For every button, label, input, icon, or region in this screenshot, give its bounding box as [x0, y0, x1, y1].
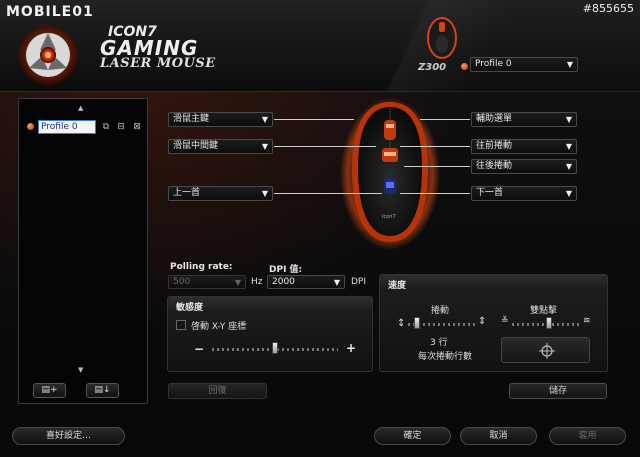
- button-assign-value: 上一首: [173, 188, 201, 198]
- photo-id: #855655: [582, 2, 634, 15]
- button-assign-value: 往後捲動: [476, 161, 513, 171]
- profile-name-field[interactable]: [38, 120, 96, 134]
- scroll-fast-icon: ⇕: [478, 316, 487, 327]
- trash-icon[interactable]: ⊠: [131, 121, 143, 133]
- profile-select[interactable]: Profile 0 ▼: [470, 57, 578, 72]
- save-button[interactable]: 儲存: [509, 383, 607, 399]
- crosshair-icon: [539, 343, 555, 359]
- reset-button[interactable]: 回復: [168, 383, 267, 399]
- button-assign-value: 滑鼠主鍵: [173, 114, 210, 124]
- chevron-down-icon: ▼: [261, 115, 268, 124]
- button-assign-right-4[interactable]: 下一首 ▼: [471, 186, 577, 201]
- speed-header: [380, 275, 607, 291]
- dpi-unit: DPI: [351, 277, 367, 287]
- scroll-slow-icon: ↕: [397, 318, 406, 329]
- speed-title: 速度: [388, 281, 407, 291]
- mouse-brand-mark: Icon7: [382, 214, 396, 220]
- ok-button[interactable]: 確定: [374, 427, 451, 445]
- scroll-up-icon[interactable]: ▲: [78, 104, 83, 112]
- button-assign-left-1[interactable]: 滑鼠主鍵 ▼: [168, 112, 273, 127]
- chevron-down-icon: ▼: [565, 162, 572, 171]
- chevron-down-icon: ▼: [565, 115, 572, 124]
- connector-line: [400, 193, 470, 194]
- button-assign-left-3[interactable]: 上一首 ▼: [168, 186, 273, 201]
- apply-button[interactable]: 套用: [549, 427, 626, 445]
- model-name: Z300: [418, 62, 447, 73]
- chevron-down-icon: ▼: [261, 189, 268, 198]
- connector-line: [274, 119, 354, 120]
- double-click-slow-icon: ≚: [501, 316, 509, 326]
- dpi-value: 2000: [272, 277, 295, 287]
- chevron-down-icon: ▼: [565, 142, 572, 151]
- button-assign-right-1[interactable]: 輔助選單 ▼: [471, 112, 577, 127]
- sensitivity-slider-thumb[interactable]: [272, 342, 278, 354]
- double-click-test-area[interactable]: [501, 337, 590, 363]
- double-click-slider-thumb[interactable]: [546, 317, 553, 329]
- brand-tagline: LASER MOUSE: [100, 56, 216, 71]
- button-assign-value: 往前捲動: [476, 141, 513, 151]
- profile-select-value: Profile 0: [475, 59, 512, 69]
- scroll-lines-value: 3 行: [430, 338, 448, 348]
- dpi-label: DPI 值:: [269, 265, 303, 275]
- sensitivity-title: 敏感度: [176, 303, 204, 313]
- button-assign-right-3[interactable]: 往後捲動 ▼: [471, 159, 577, 174]
- xy-axis-label: 啓動 X-Y 座標: [191, 322, 247, 332]
- chevron-down-icon: ▼: [565, 189, 572, 198]
- chevron-down-icon: ▼: [566, 60, 573, 69]
- chevron-down-icon: ▼: [234, 278, 241, 287]
- double-click-fast-icon: ≋: [583, 316, 591, 326]
- sensitivity-plus-icon[interactable]: +: [346, 341, 356, 355]
- connector-line: [404, 166, 470, 167]
- sensitivity-minus-icon[interactable]: −: [194, 342, 204, 356]
- button-assign-value: 輔助選單: [476, 114, 513, 124]
- profile-active-icon: [27, 123, 34, 130]
- connector-line: [274, 193, 382, 194]
- button-assign-value: 滑鼠中間鍵: [173, 141, 219, 151]
- preferences-button[interactable]: 喜好設定…: [12, 427, 125, 445]
- button-assign-right-2[interactable]: 往前捲動 ▼: [471, 139, 577, 154]
- dpi-select[interactable]: 2000 ▼: [267, 275, 345, 289]
- delete-icon[interactable]: ⊟: [115, 121, 127, 133]
- mouse-thumbnail-icon: [427, 17, 457, 59]
- polling-rate-select[interactable]: 500 ▼: [168, 275, 246, 289]
- connector-line: [420, 119, 470, 120]
- profile-list-panel: [18, 98, 148, 404]
- add-profile-button[interactable]: ▤+: [33, 383, 66, 398]
- scroll-down-icon[interactable]: ▼: [78, 366, 83, 374]
- button-assign-left-2[interactable]: 滑鼠中間鍵 ▼: [168, 139, 273, 154]
- brand-logo-icon: [18, 25, 78, 85]
- polling-rate-value: 500: [173, 277, 191, 287]
- profile-indicator-icon: [461, 63, 468, 70]
- connector-line: [400, 146, 470, 147]
- xy-axis-checkbox[interactable]: [176, 320, 186, 330]
- import-profile-button[interactable]: ▤↓: [86, 383, 119, 398]
- scroll-lines-caption: 每次捲動行數: [418, 352, 473, 362]
- polling-unit: Hz: [251, 277, 263, 287]
- double-click-label: 雙點擊: [530, 306, 558, 316]
- connector-line: [274, 146, 376, 147]
- mouse-image: Icon7: [340, 98, 440, 250]
- scroll-speed-label: 捲動: [431, 306, 450, 316]
- button-assign-value: 下一首: [476, 188, 504, 198]
- scroll-speed-slider-thumb[interactable]: [414, 317, 421, 329]
- polling-rate-label: Polling rate:: [170, 262, 233, 272]
- chevron-down-icon: ▼: [261, 142, 268, 151]
- cancel-button[interactable]: 取消: [460, 427, 537, 445]
- chevron-down-icon: ▼: [333, 278, 340, 287]
- copy-icon[interactable]: ⧉: [100, 121, 112, 133]
